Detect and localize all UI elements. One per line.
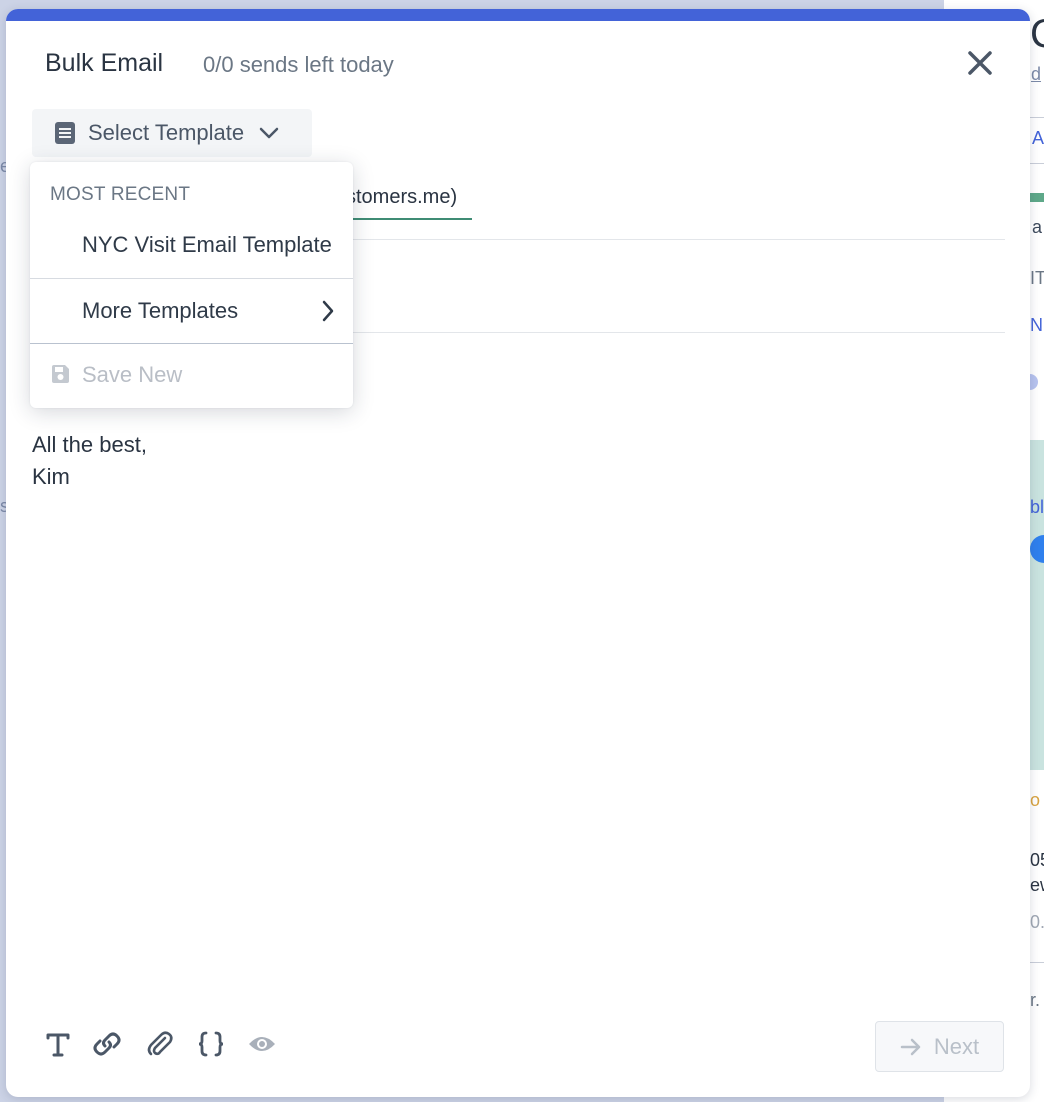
save-new-template-option: Save New	[30, 362, 353, 392]
select-template-label: Select Template	[88, 120, 245, 145]
background-text-fragment: A	[1032, 128, 1044, 148]
variables-icon[interactable]	[196, 1029, 226, 1059]
next-button-label: Next	[933, 1033, 980, 1059]
select-template-button[interactable]: Select Template	[32, 109, 312, 157]
dropdown-divider	[30, 343, 353, 344]
background-divider	[1030, 962, 1044, 963]
background-text-fragment: ew	[1030, 875, 1044, 895]
dropdown-divider	[30, 278, 353, 279]
background-divider	[1030, 117, 1044, 118]
arrow-right-icon	[900, 1038, 921, 1055]
email-body-editor[interactable]: All the best, Kim	[32, 429, 147, 493]
modal-title: Bulk Email	[45, 49, 164, 77]
sends-left-status: 0/0 sends left today	[203, 52, 394, 77]
preview-icon[interactable]	[247, 1029, 277, 1059]
chevron-down-icon	[259, 127, 279, 139]
dropdown-section-label: MOST RECENT	[50, 184, 191, 205]
background-text-fragment: 0.7	[1030, 912, 1044, 932]
modal-accent-bar	[6, 9, 1030, 21]
document-icon	[55, 122, 75, 144]
close-icon	[968, 51, 992, 75]
background-text-fragment: IT	[1030, 268, 1044, 288]
background-text-fragment: o	[1030, 790, 1041, 810]
attachment-icon[interactable]	[145, 1029, 175, 1059]
background-link-fragment: d	[1031, 64, 1042, 84]
chevron-right-icon	[322, 300, 334, 322]
background-text-fragment: C	[1030, 12, 1044, 57]
background-text-fragment: a	[1032, 217, 1043, 237]
background-text-fragment: N	[1030, 315, 1043, 335]
template-option-nyc-visit[interactable]: NYC Visit Email Template	[30, 232, 353, 278]
more-templates-option[interactable]: More Templates	[30, 298, 353, 344]
close-button[interactable]	[962, 45, 998, 81]
background-text-fragment: r.	[1030, 990, 1041, 1010]
email-closing-line: All the best,	[32, 432, 147, 457]
template-dropdown-menu: MOST RECENT NYC Visit Email Template Mor…	[30, 162, 353, 408]
link-icon[interactable]	[92, 1029, 122, 1059]
save-icon	[52, 365, 69, 383]
next-button[interactable]: Next	[875, 1021, 1004, 1072]
save-new-label: Save New	[82, 362, 183, 387]
background-text-fragment: 05	[1030, 850, 1044, 870]
text-format-icon[interactable]	[43, 1029, 73, 1059]
bulk-email-modal: Bulk Email 0/0 sends left today Select T…	[6, 9, 1030, 1097]
background-text-fragment: bl	[1030, 497, 1044, 517]
email-signature-line: Kim	[32, 464, 70, 489]
more-templates-label: More Templates	[82, 298, 239, 323]
background-status-bar	[1030, 193, 1044, 202]
background-map	[1030, 440, 1044, 770]
background-divider	[1030, 163, 1044, 164]
recipient-field-text[interactable]: stomers.me)	[346, 186, 457, 209]
